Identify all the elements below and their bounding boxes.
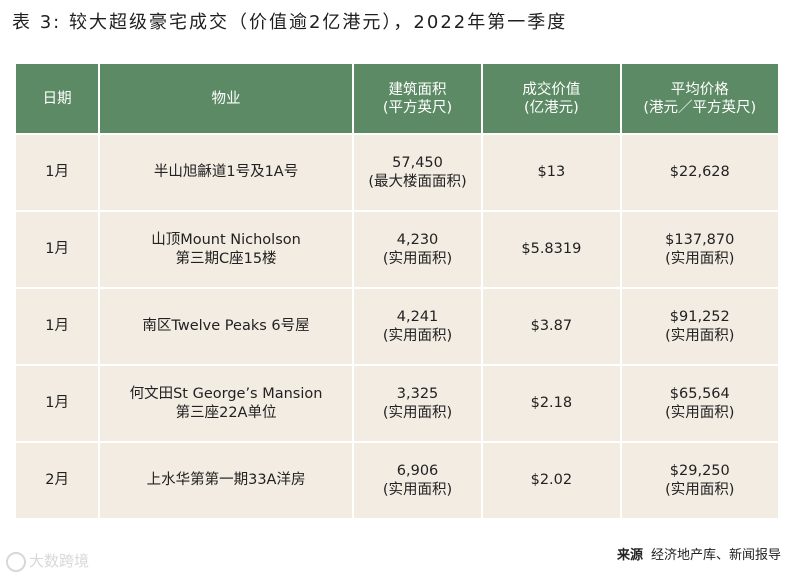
table-title: 表 3: 较大超级豪宅成交（价值逾2亿港元），2022年第一季度 (12, 12, 568, 33)
cell-value: $2.02 (483, 443, 620, 518)
watermark-text: 大数跨境 (29, 552, 90, 570)
table-row: 1月 何文田St George’s Mansion 第三座22A单位 3,325… (16, 366, 778, 441)
source-text: 经济地产库、新闻报导 (650, 548, 781, 563)
cell-area: 3,325 (实用面积) (353, 366, 482, 441)
cell-value: $13 (483, 135, 620, 210)
cell-value: $2.18 (483, 366, 620, 441)
header-price: 平均价格 (港元／平方英尺) (621, 64, 778, 133)
header-property: 物业 (100, 64, 352, 133)
watermark-logo-icon (6, 551, 26, 572)
cell-property: 半山旭龢道1号及1A号 (100, 135, 352, 210)
cell-area: 57,450 (最大楼面面积) (353, 135, 482, 210)
table-row: 2月 上水华第第一期33A洋房 6,906 (实用面积) $2.02 $29,2… (16, 443, 778, 518)
header-area: 建筑面积 (平方英尺) (353, 64, 482, 133)
cell-property: 南区Twelve Peaks 6号屋 (100, 289, 352, 364)
header-value: 成交价值 (亿港元) (483, 64, 620, 133)
page: 表 3: 较大超级豪宅成交（价值逾2亿港元），2022年第一季度 日期 物业 建… (0, 0, 811, 577)
cell-property: 何文田St George’s Mansion 第三座22A单位 (100, 366, 352, 441)
cell-price: $22,628 (621, 135, 778, 210)
cell-area: 4,230 (实用面积) (353, 212, 482, 287)
cell-date: 1月 (16, 212, 99, 287)
table-row: 1月 半山旭龢道1号及1A号 57,450 (最大楼面面积) $13 $22,6… (16, 135, 778, 210)
cell-date: 1月 (16, 366, 99, 441)
cell-value: $3.87 (483, 289, 620, 364)
cell-date: 1月 (16, 135, 99, 210)
table-row: 1月 南区Twelve Peaks 6号屋 4,241 (实用面积) $3.87… (16, 289, 778, 364)
cell-property: 上水华第第一期33A洋房 (100, 443, 352, 518)
source-label: 来源 (616, 548, 643, 563)
cell-price: $65,564 (实用面积) (621, 366, 778, 441)
cell-property: 山顶Mount Nicholson 第三期C座15楼 (100, 212, 352, 287)
table-row: 1月 山顶Mount Nicholson 第三期C座15楼 4,230 (实用面… (16, 212, 778, 287)
cell-value: $5.8319 (483, 212, 620, 287)
cell-price: $91,252 (实用面积) (621, 289, 778, 364)
cell-date: 1月 (16, 289, 99, 364)
data-table: 日期 物业 建筑面积 (平方英尺) 成交价值 (亿港元) 平均价格 (港元／平方… (14, 62, 780, 520)
cell-area: 6,906 (实用面积) (353, 443, 482, 518)
source-note: 来源 经济地产库、新闻报导 (617, 544, 781, 563)
watermark: 大数跨境 (6, 550, 89, 572)
cell-area: 4,241 (实用面积) (353, 289, 482, 364)
cell-price: $137,870 (实用面积) (621, 212, 778, 287)
header-date: 日期 (16, 64, 99, 133)
cell-date: 2月 (16, 443, 99, 518)
header-row: 日期 物业 建筑面积 (平方英尺) 成交价值 (亿港元) 平均价格 (港元／平方… (16, 64, 778, 133)
cell-price: $29,250 (实用面积) (621, 443, 778, 518)
